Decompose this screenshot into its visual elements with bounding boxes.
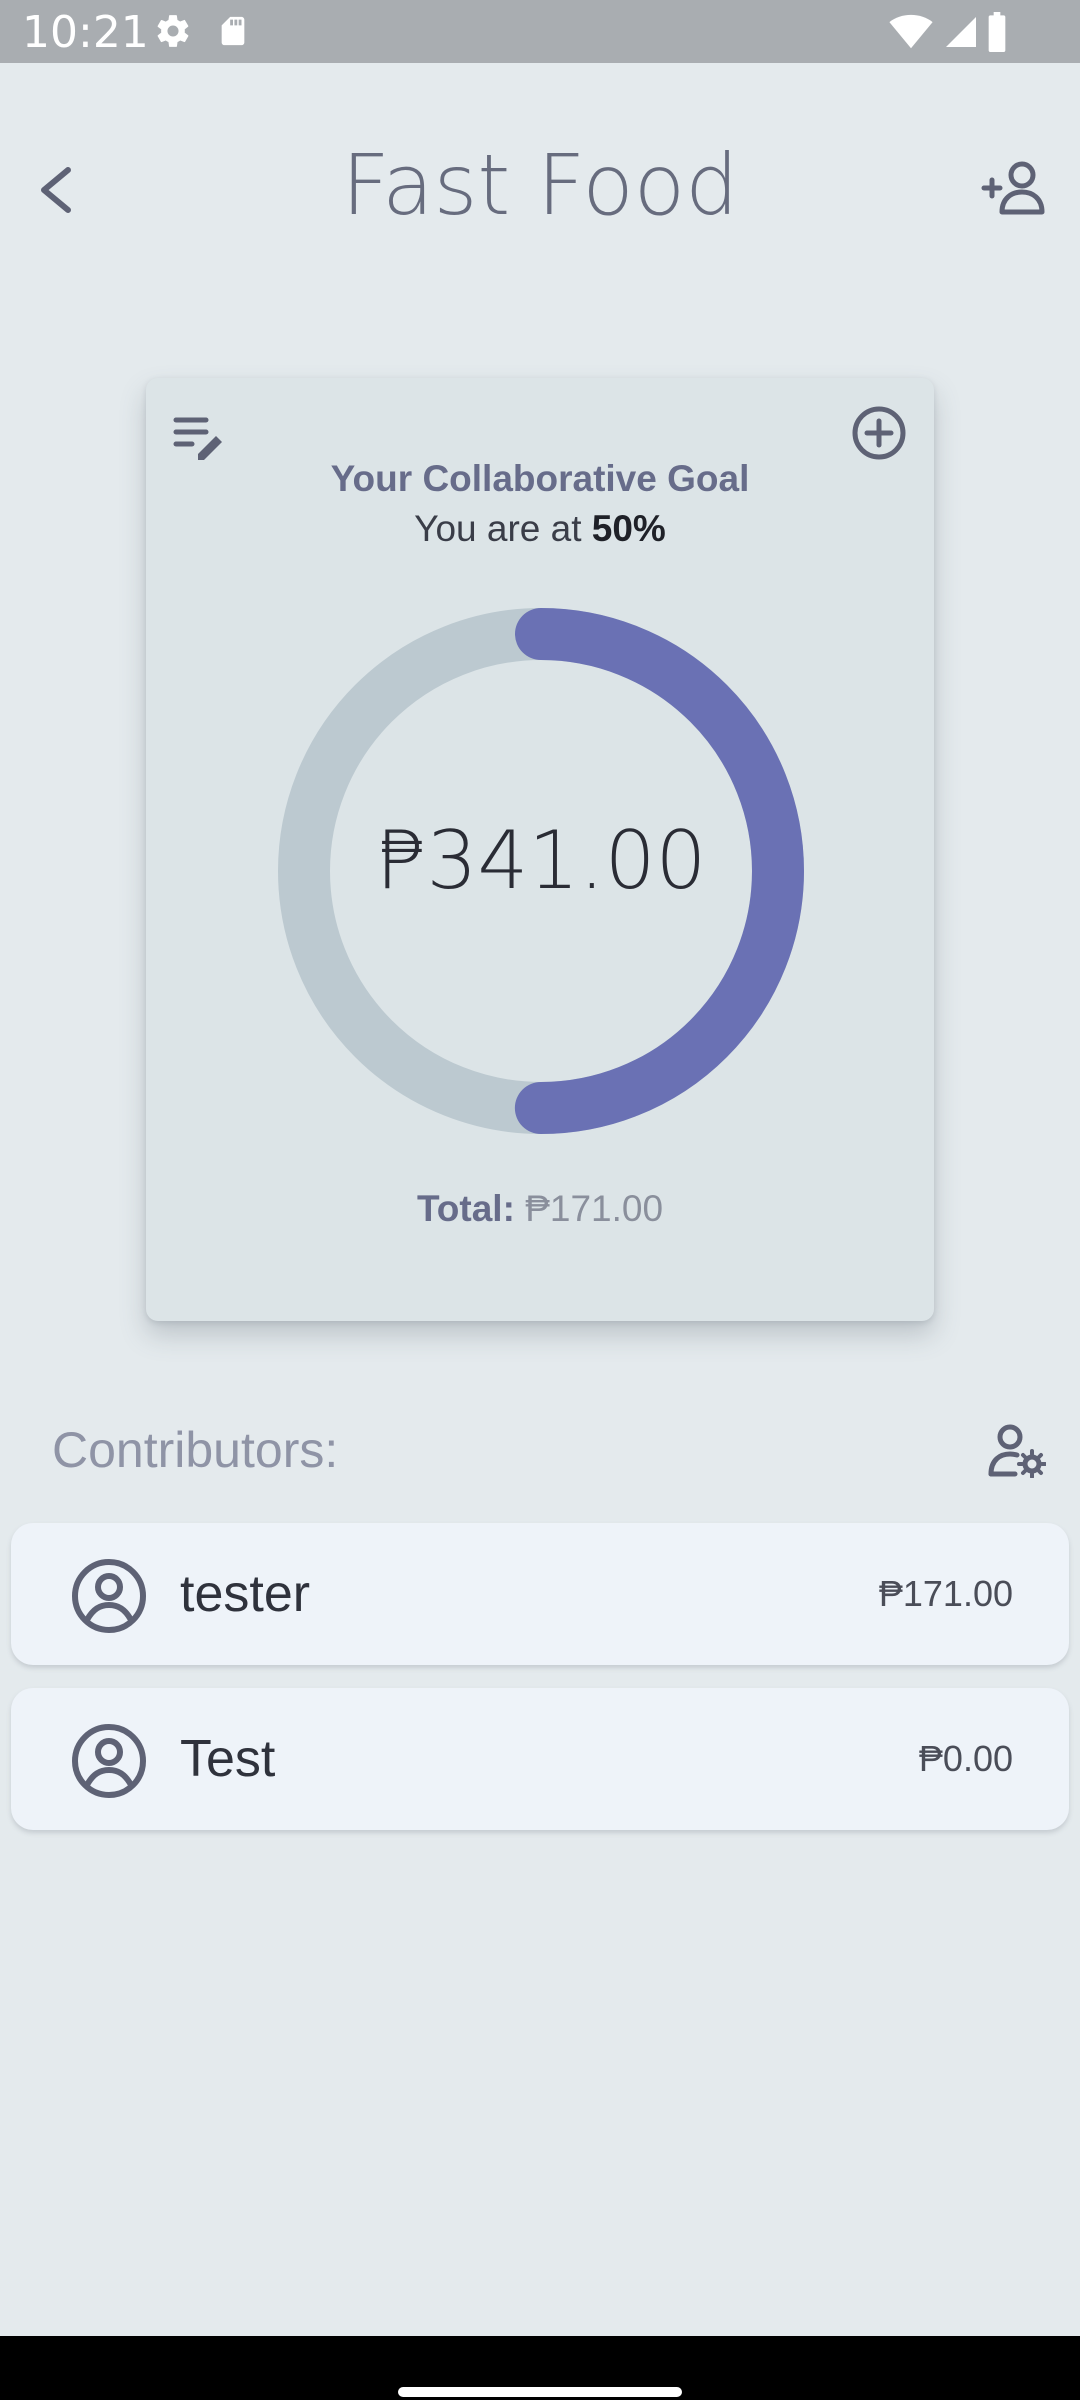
goal-progress-value: 50%	[591, 508, 666, 549]
settings-icon	[157, 15, 189, 47]
goal-card: Your Collaborative Goal You are at 50% ₱…	[146, 378, 934, 1321]
sd-card-icon	[221, 16, 245, 46]
account-circle-icon	[72, 1559, 146, 1633]
contributor-name: Test	[180, 1730, 276, 1788]
contributor-amount: ₱0.00	[918, 1738, 1013, 1779]
contributor-amount: ₱171.00	[878, 1573, 1013, 1614]
goal-total: Total: ₱171.00	[146, 1184, 934, 1234]
goal-amount: ₱341.00	[375, 814, 707, 907]
add-person-button[interactable]	[980, 158, 1050, 218]
goal-total-value: ₱171.00	[525, 1188, 664, 1229]
home-gesture-handle[interactable]	[398, 2387, 682, 2397]
goal-progress-text: You are at 50%	[146, 504, 934, 554]
contributor-row[interactable]: Test ₱0.00	[11, 1688, 1069, 1830]
contributors-label: Contributors:	[52, 1422, 339, 1478]
account-circle-icon	[72, 1724, 146, 1798]
wifi-icon	[889, 14, 933, 49]
status-time: 10:21	[22, 7, 149, 58]
page-title: Fast Food	[341, 136, 739, 234]
signal-icon	[946, 17, 976, 47]
contributor-name: tester	[180, 1565, 311, 1623]
person-settings-icon	[988, 1424, 1047, 1479]
goal-progress-prefix: You are at	[414, 508, 592, 549]
chevron-left-icon	[41, 167, 71, 213]
battery-icon	[988, 12, 1006, 52]
person-add-icon	[981, 161, 1045, 215]
manage-contributors-button[interactable]	[988, 1424, 1047, 1479]
contributor-row[interactable]: tester ₱171.00	[11, 1523, 1069, 1665]
goal-total-label: Total:	[416, 1188, 515, 1229]
back-button[interactable]	[30, 150, 84, 230]
status-bar: 10:21	[0, 0, 1080, 63]
goal-title: Your Collaborative Goal	[330, 458, 750, 499]
